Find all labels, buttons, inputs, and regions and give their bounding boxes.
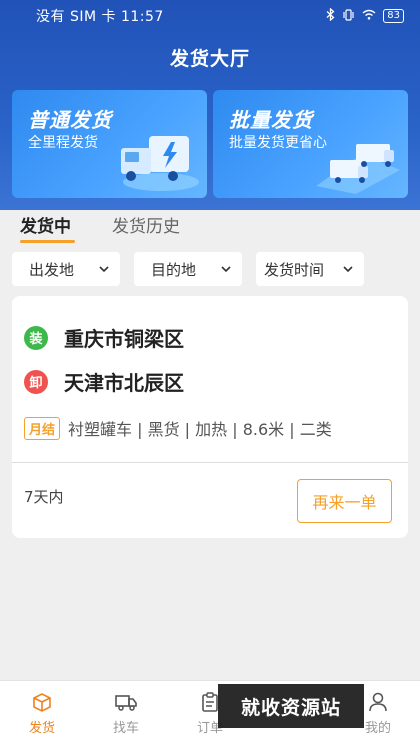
load-city: 重庆市铜梁区 [64, 327, 184, 351]
electric-truck-icon [121, 136, 199, 191]
filter-origin[interactable]: 出发地 [12, 252, 120, 286]
active-tab-indicator [20, 240, 75, 243]
nav-label: 找车 [112, 721, 139, 736]
time-range: 7天内 [24, 488, 64, 506]
card-divider [12, 462, 408, 463]
unload-badge: 卸 [24, 369, 48, 394]
chevron-down-icon [343, 266, 353, 273]
nav-ship[interactable]: 发货 [12, 691, 72, 736]
batch-shipping-banner[interactable]: 批量发货 批量发货更省心 [213, 90, 408, 198]
status-icons: 83 [326, 7, 404, 24]
carrier-text: 没有 SIM 卡 [36, 9, 116, 25]
nav-find-truck[interactable]: 找车 [96, 691, 156, 736]
box-icon [33, 693, 51, 712]
truck-fleet-icon [316, 144, 400, 194]
status-left: 没有 SIM 卡 11:57 [36, 6, 326, 26]
chevron-down-icon [99, 266, 109, 273]
watermark-overlay: 就收资源站 [218, 684, 364, 728]
reorder-button[interactable]: 再来一单 [297, 479, 392, 523]
unload-location-row: 卸 天津市北辰区 [24, 367, 184, 396]
wifi-icon [362, 9, 376, 23]
banner-subtitle: 全里程发货 [28, 135, 98, 151]
load-location-row: 装 重庆市铜梁区 [24, 323, 184, 352]
tab-bar: 发货中 发货历史 [0, 210, 420, 246]
filter-label: 目的地 [151, 260, 197, 279]
payment-tag: 月结 [24, 416, 61, 440]
filter-destination[interactable]: 目的地 [134, 252, 242, 286]
tab-history[interactable]: 发货历史 [112, 212, 180, 237]
status-bar: 没有 SIM 卡 11:57 83 [0, 0, 420, 32]
user-icon [369, 692, 387, 712]
chevron-down-icon [221, 266, 231, 273]
nav-label: 发货 [28, 721, 55, 736]
tab-shipping[interactable]: 发货中 [20, 212, 71, 237]
normal-shipping-banner[interactable]: 普通发货 全里程发货 [12, 90, 207, 198]
vehicle-details: 衬塑罐车 | 黑货 | 加热 | 8.6米 | 二类 [68, 420, 332, 439]
battery-icon: 83 [383, 9, 404, 23]
clock: 11:57 [120, 9, 164, 25]
order-tags: 月结 衬塑罐车 | 黑货 | 加热 | 8.6米 | 二类 [24, 416, 332, 440]
order-card[interactable]: 装 重庆市铜梁区 卸 天津市北辰区 月结 衬塑罐车 | 黑货 | 加热 | 8.… [12, 296, 408, 538]
nav-label: 我的 [364, 721, 391, 736]
load-badge: 装 [24, 325, 48, 350]
banner-title: 批量发货 [229, 108, 313, 132]
unload-city: 天津市北辰区 [64, 371, 184, 395]
filter-label: 发货时间 [264, 260, 325, 279]
filter-ship-time[interactable]: 发货时间 [256, 252, 364, 286]
bluetooth-icon [326, 7, 335, 24]
truck-icon [115, 695, 137, 711]
page-title: 发货大厅 [169, 48, 250, 70]
banner-title: 普通发货 [28, 108, 112, 132]
vibrate-icon [342, 8, 355, 24]
filter-label: 出发地 [29, 260, 75, 279]
